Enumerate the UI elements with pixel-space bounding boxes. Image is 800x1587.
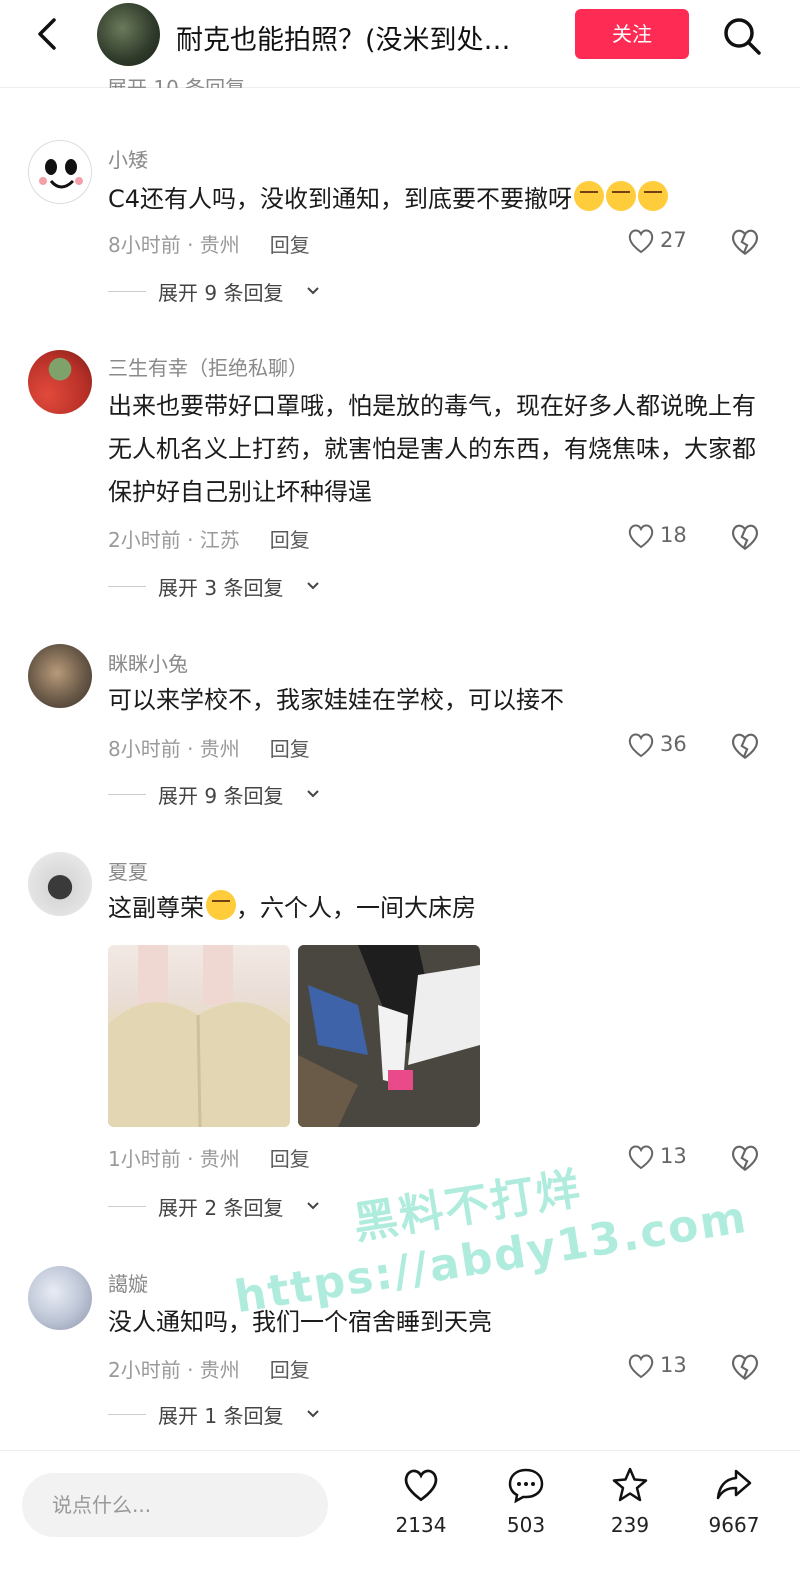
crying-laughing-emoji-icon	[206, 890, 236, 920]
user-avatar[interactable]	[28, 644, 92, 708]
expand-replies-label: 展开 1 条回复	[158, 1404, 284, 1428]
chevron-left-icon	[38, 18, 56, 50]
like-count: 13	[660, 1144, 687, 1168]
heart-icon	[628, 524, 654, 549]
heart-icon	[628, 1145, 654, 1170]
comment-text: C4还有人吗，没收到通知，到底要不要撤呀	[108, 178, 758, 221]
share-arrow-icon	[716, 1469, 752, 1500]
comment-photo[interactable]	[298, 945, 480, 1127]
expand-replies-label: 展开 2 条回复	[158, 1196, 284, 1220]
like-count: 13	[660, 1353, 687, 1377]
like-count: 36	[660, 732, 687, 756]
broken-heart-icon	[731, 1354, 759, 1381]
share-button[interactable]: 9667	[689, 1465, 779, 1565]
favorite-button[interactable]: 239	[585, 1465, 675, 1565]
divider-line	[108, 1414, 146, 1415]
divider-line	[108, 794, 146, 795]
broken-heart-icon	[731, 229, 759, 256]
heart-icon	[628, 733, 654, 758]
reply-button[interactable]: 回复	[270, 528, 310, 552]
comment-meta: 2小时前 · 江苏 回复	[108, 528, 310, 552]
dislike-button[interactable]	[729, 730, 761, 762]
dislike-button[interactable]	[729, 226, 761, 258]
dislike-button[interactable]	[729, 1351, 761, 1383]
expand-replies-label: 展开 9 条回复	[158, 784, 284, 808]
expand-replies-label: 展开 3 条回复	[158, 576, 284, 600]
comment-meta: 2小时前 · 贵州 回复	[108, 1358, 310, 1382]
like-count: 27	[660, 228, 687, 252]
divider-line	[108, 291, 146, 292]
search-button[interactable]	[720, 14, 764, 58]
reply-button[interactable]: 回复	[270, 1147, 310, 1171]
comment-username[interactable]: 眯眯小兔	[108, 648, 188, 677]
crying-emoji-icon	[606, 181, 637, 211]
author-avatar[interactable]	[97, 3, 160, 66]
follow-button[interactable]: 关注	[575, 9, 689, 59]
user-avatar[interactable]	[28, 350, 92, 414]
comment-like-button[interactable]: 18	[626, 521, 696, 553]
comment-photo[interactable]	[108, 945, 290, 1127]
comment-username[interactable]: 譪嫙	[108, 1268, 148, 1297]
like-count: 2134	[395, 1513, 447, 1537]
back-button[interactable]	[28, 14, 68, 54]
reply-button[interactable]: 回复	[270, 1358, 310, 1382]
chevron-down-icon	[307, 1202, 319, 1210]
crying-emoji-icon	[638, 181, 669, 211]
comment-bubble-icon	[508, 1468, 544, 1504]
divider-line	[108, 586, 146, 587]
comment-meta: 8小时前 · 贵州 回复	[108, 233, 310, 257]
expand-replies-label: 展开 9 条回复	[158, 281, 284, 305]
comment-text: 可以来学校不，我家娃娃在学校，可以接不	[108, 686, 564, 714]
comment-meta: 1小时前 · 贵州 回复	[108, 1147, 310, 1171]
comment-input[interactable]: 说点什么...	[22, 1473, 328, 1537]
dislike-button[interactable]	[729, 521, 761, 553]
photo-content	[108, 945, 290, 1127]
reply-button[interactable]: 回复	[270, 737, 310, 761]
chevron-down-icon	[307, 287, 319, 295]
comment-meta: 8小时前 · 贵州 回复	[108, 737, 310, 761]
broken-heart-icon	[731, 1145, 759, 1172]
comment-username[interactable]: 小矮	[108, 144, 148, 173]
comment-like-button[interactable]: 36	[626, 730, 696, 762]
share-count: 9667	[708, 1513, 760, 1537]
chevron-down-icon	[307, 582, 319, 590]
user-avatar[interactable]	[28, 140, 92, 204]
heart-icon	[628, 1354, 654, 1379]
chevron-down-icon	[307, 790, 319, 798]
bottom-action-bar: 说点什么... 2134 503 239 9667	[0, 1450, 800, 1587]
comment-count: 503	[506, 1513, 546, 1537]
smiley-avatar-icon	[39, 159, 83, 189]
clipped-expand-replies[interactable]: 展开 10 条回复	[107, 70, 407, 88]
broken-heart-icon	[731, 524, 759, 551]
user-avatar[interactable]	[28, 1266, 92, 1330]
comment-like-button[interactable]: 27	[626, 226, 696, 258]
heart-icon	[404, 1469, 438, 1502]
comment-username[interactable]: 夏夏	[108, 856, 148, 885]
comment-button[interactable]: 503	[481, 1465, 571, 1565]
like-count: 18	[660, 523, 687, 547]
comment-text: 这副尊荣 ，六个人，一间大床房	[108, 887, 758, 930]
divider-line	[108, 1206, 146, 1207]
chevron-down-icon	[307, 1410, 319, 1418]
comment-text: 出来也要带好口罩哦，怕是放的毒气，现在好多人都说晚上有无人机名义上打药，就害怕是…	[108, 392, 756, 506]
favorite-count: 239	[610, 1513, 650, 1537]
reply-button[interactable]: 回复	[270, 233, 310, 257]
broken-heart-icon	[731, 733, 759, 760]
comment-username[interactable]: 三生有幸（拒绝私聊）	[108, 352, 308, 381]
comment-like-button[interactable]: 13	[626, 1351, 696, 1383]
like-video-button[interactable]: 2134	[376, 1465, 466, 1565]
crying-emoji-icon	[574, 181, 605, 211]
comment-like-button[interactable]: 13	[626, 1142, 696, 1174]
video-title: 耐克也能拍照？(没米到处…	[176, 25, 511, 56]
comment-text: 没人通知吗，我们一个宿舍睡到天亮	[108, 1308, 492, 1336]
heart-icon	[628, 229, 654, 254]
search-icon	[724, 18, 761, 55]
star-icon	[612, 1467, 648, 1502]
user-avatar[interactable]	[28, 852, 92, 916]
dislike-button[interactable]	[729, 1142, 761, 1174]
photo-content	[298, 945, 480, 1127]
